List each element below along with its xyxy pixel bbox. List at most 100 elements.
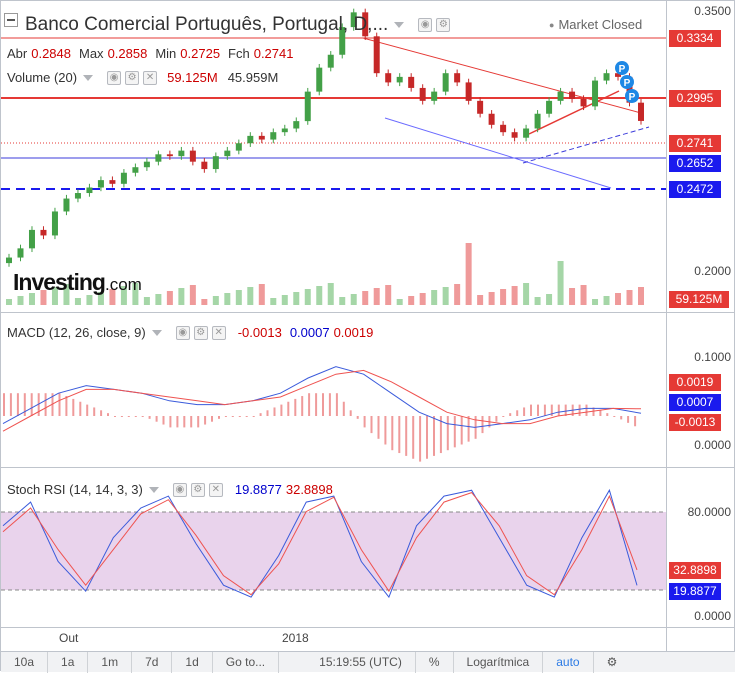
candle-body (454, 73, 461, 83)
percent-toggle[interactable]: % (414, 651, 454, 673)
macd-name[interactable]: MACD (12, 26, close, 9) (7, 325, 146, 340)
candle-body (97, 180, 104, 188)
eye-icon[interactable]: ◉ (172, 482, 187, 497)
volume-bar (178, 288, 185, 305)
volume-bar (580, 285, 587, 305)
volume-bar (201, 299, 208, 305)
chart-title[interactable]: Banco Comercial Português, Portugal, D,.… (25, 14, 388, 36)
range-1m-button[interactable]: 1m (88, 651, 133, 673)
candle-body (40, 229, 47, 236)
auto-toggle[interactable]: auto (543, 651, 594, 673)
range-7d-button[interactable]: 7d (132, 651, 173, 673)
price-axis-border (666, 1, 667, 651)
chevron-down-icon[interactable] (151, 329, 162, 336)
price-tag-0.2995: 0.2995 (669, 90, 721, 107)
candle-body (638, 102, 644, 121)
stoch-tag-d: 32.8898 (669, 562, 721, 579)
macd-hist-bar (613, 416, 616, 417)
candle-body (120, 172, 127, 184)
volume-name[interactable]: Volume (20) (7, 70, 77, 85)
volume-bar (615, 293, 622, 305)
range-10a-button[interactable]: 10a (1, 651, 49, 673)
candle-body (316, 67, 323, 92)
candle-body (224, 150, 231, 157)
macd-hist-bar (620, 416, 623, 420)
close-icon[interactable]: ✕ (143, 70, 158, 85)
goto-button[interactable]: Go to... (213, 651, 280, 673)
volume-bar (258, 284, 265, 305)
macd-hist-bar (523, 407, 526, 416)
macd-hist-bar (294, 398, 297, 416)
stoch-tick-0: 0.0000 (694, 609, 731, 623)
high-value: 0.2858 (107, 46, 148, 61)
eye-icon[interactable]: ◉ (418, 18, 433, 32)
volume-bar (86, 295, 93, 305)
range-1d-button[interactable]: 1d (172, 651, 213, 673)
macd-hist-bar (363, 416, 366, 428)
volume-bar (569, 288, 576, 305)
candle-body (569, 91, 576, 99)
chevron-down-icon[interactable] (148, 486, 159, 493)
pivot-markers[interactable]: P P P (615, 61, 639, 103)
macd-hist-bar (238, 416, 241, 417)
market-status: Market Closed (549, 17, 642, 32)
macd-tag-signal: 0.0019 (669, 374, 721, 391)
stoch-name[interactable]: Stoch RSI (14, 14, 3, 3) (7, 482, 143, 497)
eye-icon[interactable]: ◉ (107, 70, 122, 85)
macd-hist-bar (322, 393, 324, 416)
macd-value-3: 0.0019 (333, 325, 374, 340)
close-icon[interactable]: ✕ (208, 482, 223, 497)
macd-hist-bar (384, 416, 387, 445)
candle-body (592, 80, 599, 107)
chevron-down-icon[interactable] (394, 22, 405, 28)
macd-value-1: -0.0013 (237, 325, 282, 340)
settings-icon[interactable]: ⚙ (594, 652, 631, 673)
close-value: 0.2741 (253, 46, 294, 61)
volume-bar (304, 289, 311, 305)
collapse-icon[interactable] (4, 13, 18, 27)
macd-hist-bar (301, 396, 304, 416)
candle-body (166, 154, 173, 157)
clock-label: 15:19:55 (UTC) (319, 654, 402, 669)
candle-body (17, 248, 24, 258)
volume-bar (189, 285, 196, 305)
candle-body (396, 76, 403, 83)
macd-hist-bar (266, 410, 269, 416)
gear-icon[interactable]: ⚙ (193, 325, 208, 340)
gear-icon[interactable]: ⚙ (436, 18, 451, 32)
macd-hist-bar (204, 416, 207, 425)
logo-suffix: .com (104, 275, 142, 294)
volume-bar (419, 293, 426, 305)
candle-body (557, 91, 564, 101)
volume-bar (465, 243, 472, 305)
volume-bar (396, 299, 403, 305)
price-tag-0.2472: 0.2472 (669, 181, 721, 198)
range-1a-button[interactable]: 1a (48, 651, 89, 673)
macd-hist-bar (79, 401, 82, 416)
low-label: Min (155, 46, 177, 61)
trendline-upper[interactable] (362, 37, 642, 114)
candle-body (373, 36, 380, 74)
macd-hist-bar (169, 416, 172, 428)
candle-body (477, 100, 484, 114)
gear-icon[interactable]: ⚙ (125, 70, 140, 85)
macd-hist-bar (190, 416, 193, 428)
macd-hist-bar (627, 416, 630, 423)
eye-icon[interactable]: ◉ (175, 325, 190, 340)
log-toggle[interactable]: Logarítmica (454, 651, 544, 673)
candle-body (6, 257, 12, 264)
macd-hist-bar (308, 393, 311, 416)
gear-icon[interactable]: ⚙ (190, 482, 205, 497)
candle-body (304, 91, 311, 122)
volume-bar (454, 284, 461, 305)
macd-hist-bar (245, 416, 248, 417)
volume-bar (166, 291, 173, 305)
close-icon[interactable]: ✕ (211, 325, 226, 340)
macd-hist-bar (197, 416, 200, 428)
candle-body (155, 154, 162, 162)
chevron-down-icon[interactable] (83, 74, 94, 81)
candle-body (235, 143, 242, 151)
stoch-tag-k: 19.8877 (669, 583, 721, 600)
trendline-lower[interactable] (384, 117, 612, 189)
volume-bar (511, 286, 518, 305)
